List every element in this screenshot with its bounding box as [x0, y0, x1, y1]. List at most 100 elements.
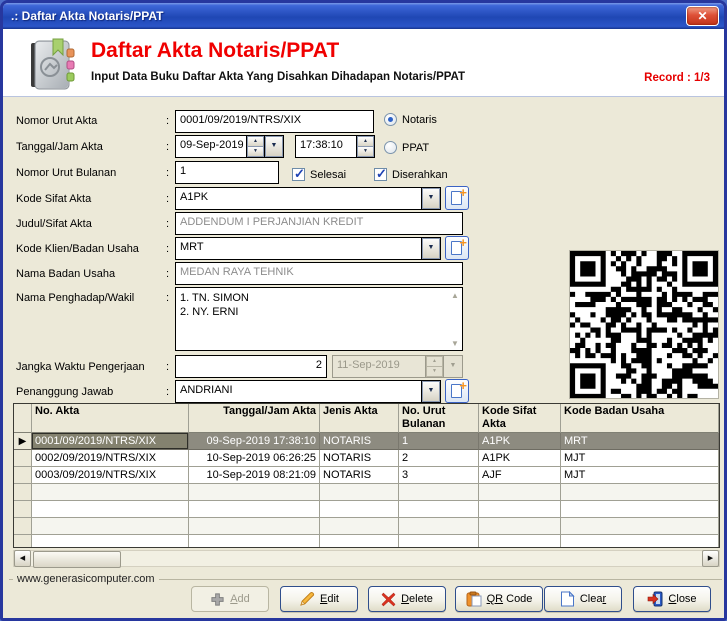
table-cell[interactable] [561, 518, 719, 535]
table-cell[interactable]: 0003/09/2019/NTRS/XIX [32, 467, 189, 484]
table-cell[interactable]: 0002/09/2019/NTRS/XIX [32, 450, 189, 467]
table-cell[interactable] [479, 535, 561, 548]
table-cell[interactable]: 1 [399, 433, 479, 450]
table-cell[interactable] [561, 501, 719, 518]
table-cell[interactable] [320, 484, 399, 501]
add-button[interactable]: Add [191, 586, 269, 612]
table-cell[interactable] [479, 484, 561, 501]
table-cell[interactable] [320, 535, 399, 548]
spin-down-icon[interactable]: ▼ [247, 147, 264, 157]
table-cell[interactable] [189, 535, 320, 548]
table-cell[interactable] [561, 535, 719, 548]
clear-button[interactable]: Clear [544, 586, 622, 612]
scroll-right-button[interactable]: ▶ [702, 550, 719, 567]
table-cell[interactable]: AJF [479, 467, 561, 484]
table-cell[interactable]: MJT [561, 467, 719, 484]
table-cell[interactable] [189, 501, 320, 518]
row-marker [14, 535, 32, 548]
penanggung-dropdown-button[interactable]: ▼ [421, 381, 440, 402]
label-tanggal-jam: Tanggal/Jam Akta [16, 141, 103, 153]
table-empty-row[interactable] [14, 484, 719, 501]
title-bar[interactable]: .: Daftar Akta Notaris/PPAT [3, 3, 724, 29]
kode-klien-dropdown-button[interactable]: ▼ [421, 238, 440, 259]
scroll-left-button[interactable]: ◀ [14, 550, 31, 567]
tanggal-dropdown-button[interactable]: ▼ [264, 136, 283, 157]
table-cell[interactable] [561, 484, 719, 501]
table-row[interactable]: 0002/09/2019/NTRS/XIX10-Sep-2019 06:26:2… [14, 450, 719, 467]
radio-notaris[interactable]: Notaris [384, 113, 437, 126]
table-cell[interactable] [320, 501, 399, 518]
table-cell[interactable]: MRT [561, 433, 719, 450]
table-cell[interactable]: 3 [399, 467, 479, 484]
table-empty-row[interactable] [14, 518, 719, 535]
column-header-jenis[interactable]: Jenis Akta [320, 404, 399, 433]
delete-button[interactable]: Delete [368, 586, 446, 612]
table-cell[interactable]: NOTARIS [320, 433, 399, 450]
penanggung-browse-button[interactable]: + [445, 379, 469, 403]
kode-klien-browse-button[interactable]: + [445, 236, 469, 260]
radio-ppat[interactable]: PPAT [384, 141, 429, 154]
tanggal-spinner[interactable]: ▲▼ [246, 136, 264, 157]
qr-code-button[interactable]: QR Code [455, 586, 543, 612]
spin-down-icon[interactable]: ▼ [357, 147, 374, 157]
judul-sifat-akta-input[interactable]: ADDENDUM I PERJANJIAN KREDIT [175, 212, 463, 235]
kode-klien-combobox[interactable]: MRT ▼ [175, 237, 441, 260]
close-window-button[interactable]: ✕ [686, 6, 719, 26]
table-horizontal-scrollbar[interactable]: ◀ ▶ [13, 550, 720, 567]
table-row[interactable]: ▶0001/09/2019/NTRS/XIX09-Sep-2019 17:38:… [14, 433, 719, 450]
table-cell[interactable] [399, 518, 479, 535]
table-cell[interactable]: 0001/09/2019/NTRS/XIX [32, 433, 189, 450]
nama-badan-usaha-input[interactable]: MEDAN RAYA TEHNIK [175, 262, 463, 285]
table-cell[interactable]: 10-Sep-2019 06:26:25 [189, 450, 320, 467]
checkbox-selesai[interactable]: Selesai [292, 168, 346, 181]
nama-penghadap-textarea[interactable]: 1. TN. SIMON 2. NY. ERNI [175, 287, 463, 351]
table-cell[interactable]: 2 [399, 450, 479, 467]
nomor-urut-bulanan-input[interactable]: 1 [175, 161, 279, 184]
row-marker [14, 467, 32, 484]
table-cell[interactable] [189, 484, 320, 501]
jam-akta-field[interactable]: 17:38:10 ▲▼ [295, 135, 375, 158]
table-empty-row[interactable] [14, 501, 719, 518]
tanggal-akta-field[interactable]: 09-Sep-2019 ▲▼ ▼ [175, 135, 284, 158]
table-cell[interactable] [189, 518, 320, 535]
label-judul-sifat-akta: Judul/Sifat Akta [16, 218, 92, 230]
kode-sifat-dropdown-button[interactable]: ▼ [421, 188, 440, 209]
table-cell[interactable]: MJT [561, 450, 719, 467]
kode-sifat-akta-combobox[interactable]: A1PK ▼ [175, 187, 441, 210]
scrollbar-thumb[interactable] [33, 551, 121, 568]
table-cell[interactable]: 10-Sep-2019 08:21:09 [189, 467, 320, 484]
table-cell[interactable] [399, 501, 479, 518]
column-header-urut-bulanan[interactable]: No. Urut Bulanan [399, 404, 479, 433]
nomor-urut-akta-input[interactable]: 0001/09/2019/NTRS/XIX [175, 110, 374, 133]
column-header-no-akta[interactable]: No. Akta [32, 404, 189, 433]
jangka-waktu-input[interactable]: 2 [175, 355, 327, 378]
table-cell[interactable] [320, 518, 399, 535]
address-book-icon [23, 35, 79, 93]
kode-sifat-browse-button[interactable]: + [445, 186, 469, 210]
edit-button[interactable]: Edit [280, 586, 358, 612]
penanggung-jawab-combobox[interactable]: ANDRIANI ▼ [175, 380, 441, 403]
table-cell[interactable] [399, 535, 479, 548]
close-button[interactable]: Close [633, 586, 711, 612]
table-cell[interactable]: A1PK [479, 433, 561, 450]
table-cell[interactable] [32, 484, 189, 501]
column-header-kode-badan[interactable]: Kode Badan Usaha [561, 404, 719, 433]
column-header-kode-sifat[interactable]: Kode Sifat Akta [479, 404, 561, 433]
table-cell[interactable] [32, 518, 189, 535]
table-empty-row[interactable] [14, 535, 719, 548]
column-header-tanggal[interactable]: Tanggal/Jam Akta [189, 404, 320, 433]
table-cell[interactable] [479, 501, 561, 518]
checkbox-diserahkan[interactable]: Diserahkan [374, 168, 448, 181]
table-cell[interactable]: 09-Sep-2019 17:38:10 [189, 433, 320, 450]
table-cell[interactable]: NOTARIS [320, 450, 399, 467]
spin-up-icon[interactable]: ▲ [247, 136, 264, 147]
table-cell[interactable] [32, 501, 189, 518]
table-cell[interactable]: A1PK [479, 450, 561, 467]
jam-spinner[interactable]: ▲▼ [356, 136, 374, 157]
table-cell[interactable]: NOTARIS [320, 467, 399, 484]
table-cell[interactable] [479, 518, 561, 535]
table-row[interactable]: 0003/09/2019/NTRS/XIX10-Sep-2019 08:21:0… [14, 467, 719, 484]
table-cell[interactable] [32, 535, 189, 548]
spin-up-icon[interactable]: ▲ [357, 136, 374, 147]
table-cell[interactable] [399, 484, 479, 501]
